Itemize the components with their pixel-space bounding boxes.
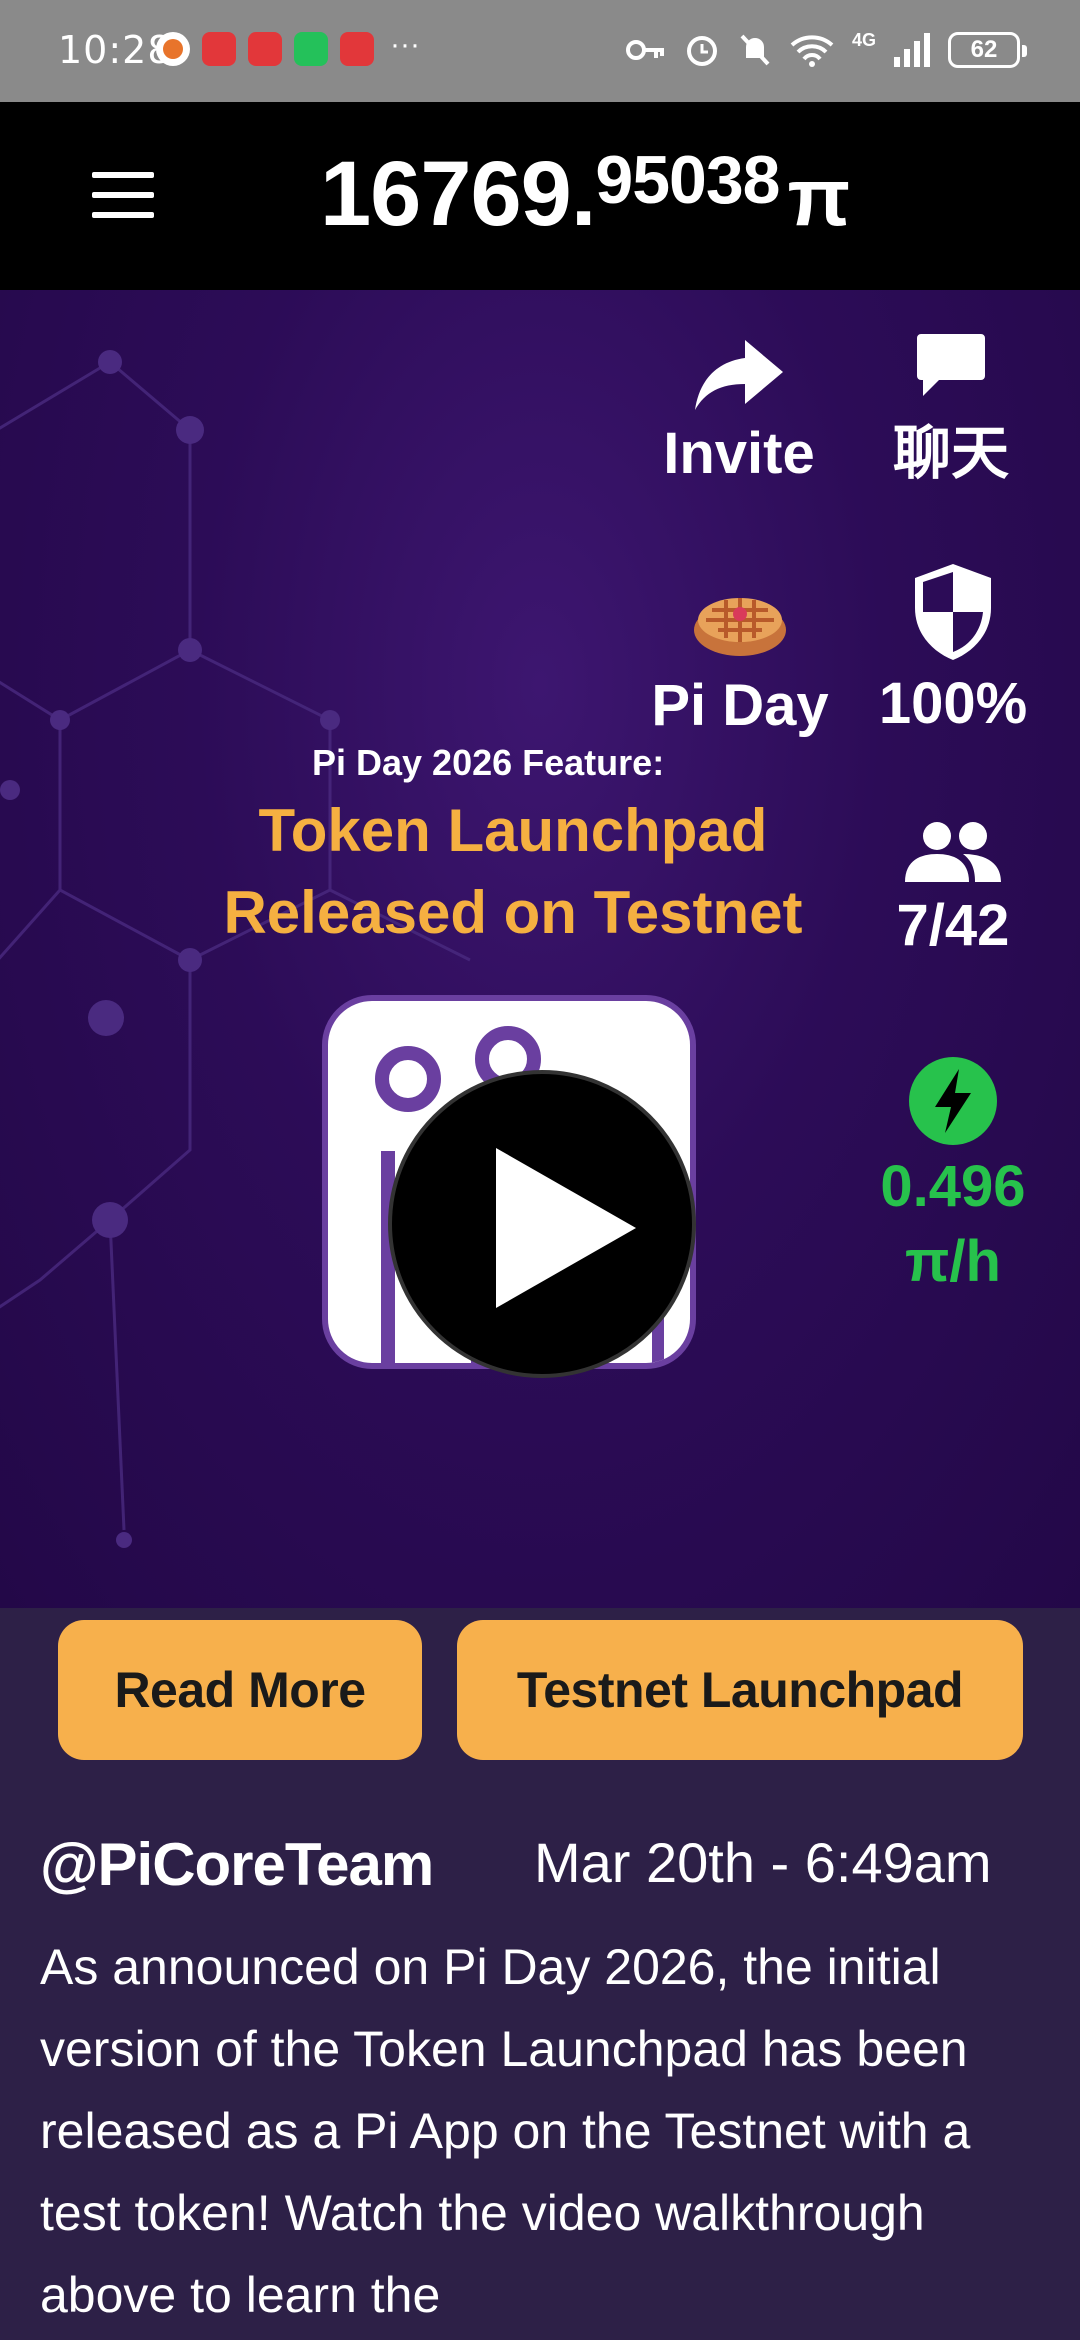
security-label: 100% bbox=[878, 671, 1028, 736]
currency-symbol: π bbox=[787, 152, 850, 243]
balance-integer: 16769. bbox=[320, 143, 596, 245]
status-right-group: 4G 62 bbox=[625, 28, 1027, 72]
security-circle-button[interactable]: 100% bbox=[868, 562, 1038, 737]
balance-decimal: 95038 bbox=[595, 142, 780, 218]
menu-icon[interactable] bbox=[92, 172, 154, 218]
pi-day-button[interactable]: Pi Day bbox=[640, 580, 840, 739]
mining-button[interactable]: 0.496 π/h bbox=[858, 1055, 1048, 1295]
mining-unit: π/h bbox=[905, 1229, 1001, 1294]
chat-bubble-icon bbox=[917, 334, 985, 396]
pi-day-label: Pi Day bbox=[651, 673, 829, 738]
invite-label: Invite bbox=[663, 421, 815, 486]
app-header: 16769.95038π bbox=[0, 102, 1080, 290]
shield-icon bbox=[915, 564, 991, 660]
alarm-icon bbox=[686, 36, 717, 66]
video-play-button[interactable] bbox=[388, 1070, 696, 1378]
mining-rate: 0.496 bbox=[880, 1154, 1026, 1219]
more-notifications-indicator: ··· bbox=[390, 28, 420, 61]
huawei-notification-icon bbox=[248, 32, 282, 66]
post-body: As announced on Pi Day 2026, the initial… bbox=[40, 1939, 971, 2323]
testnet-launchpad-label: Testnet Launchpad bbox=[516, 1662, 964, 1718]
invite-button[interactable]: Invite bbox=[655, 338, 823, 487]
feature-kicker: Pi Day 2026 Feature: bbox=[312, 742, 665, 783]
feature-title-line2: Released on Testnet bbox=[223, 879, 803, 946]
share-arrow-icon bbox=[695, 340, 783, 410]
huawei-notification-icon bbox=[202, 32, 236, 66]
chat-label: 聊天 bbox=[892, 421, 1009, 486]
lightning-icon bbox=[909, 1057, 997, 1145]
app-notification-icon bbox=[156, 32, 190, 66]
wifi-icon bbox=[790, 35, 834, 67]
team-label: 7/42 bbox=[896, 893, 1010, 958]
post-author[interactable]: @PiCoreTeam bbox=[40, 1830, 434, 1899]
signal-icon bbox=[894, 33, 930, 67]
post-date: Mar 20th - 6:49am bbox=[534, 1831, 992, 1894]
testnet-launchpad-button[interactable]: Testnet Launchpad bbox=[457, 1620, 1023, 1760]
huawei-notification-icon bbox=[340, 32, 374, 66]
wechat-notification-icon bbox=[294, 32, 328, 66]
mute-icon bbox=[740, 34, 770, 66]
pi-balance: 16769.95038π bbox=[320, 142, 850, 247]
key-icon bbox=[625, 40, 664, 60]
battery-indicator: 62 bbox=[948, 32, 1027, 68]
team-button[interactable]: 7/42 bbox=[868, 820, 1038, 959]
read-more-button[interactable]: Read More bbox=[58, 1620, 422, 1760]
pie-icon bbox=[694, 598, 786, 656]
hero-banner: Pi Day 2026 Feature: Token Launchpad Rel… bbox=[0, 290, 1080, 1608]
read-more-label: Read More bbox=[114, 1662, 366, 1718]
status-bar: 10:28 ··· 4G 62 bbox=[0, 0, 1080, 102]
team-people-icon bbox=[905, 822, 1001, 882]
feature-title-line1: Token Launchpad bbox=[258, 797, 768, 864]
battery-level: 62 bbox=[970, 36, 998, 63]
chat-button[interactable]: 聊天 bbox=[876, 332, 1026, 490]
feature-title: Token Launchpad Released on Testnet bbox=[178, 790, 848, 954]
network-type: 4G bbox=[851, 29, 876, 50]
play-icon bbox=[496, 1148, 636, 1308]
